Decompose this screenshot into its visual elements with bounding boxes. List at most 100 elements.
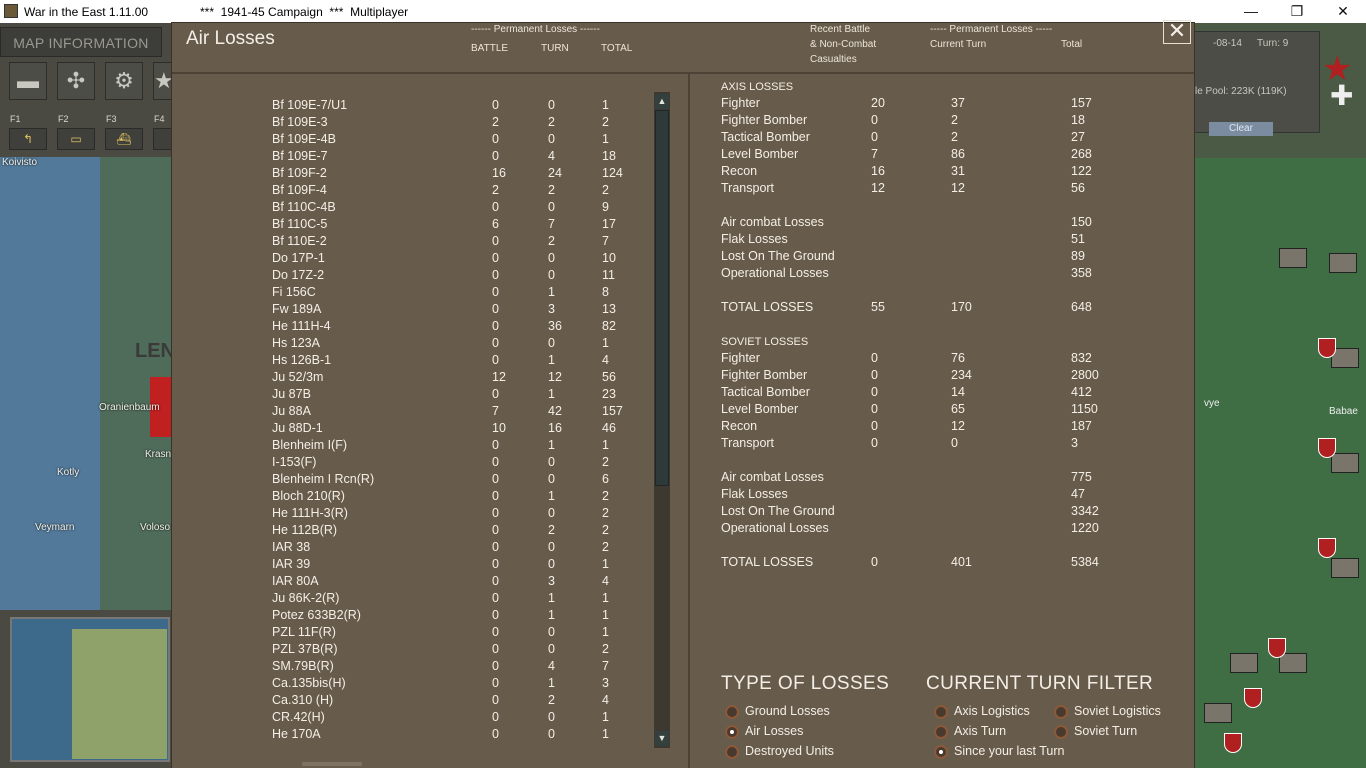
aircraft-row[interactable]: Hs 126B-1 0 1 4 bbox=[172, 353, 652, 370]
total-losses: 10 bbox=[602, 251, 616, 265]
restore-button[interactable]: ❐ bbox=[1274, 0, 1320, 23]
ship-icon[interactable] bbox=[153, 128, 172, 150]
aircraft-row[interactable]: IAR 39 0 0 1 bbox=[172, 557, 652, 574]
aircraft-losses-list[interactable]: Bf 109E-7/U1 0 0 1 Bf 109E-3 2 2 2 Bf 109E-4B 0 0 1… bbox=[172, 73, 689, 768]
map-view-right[interactable]: vye Babae bbox=[1194, 158, 1366, 768]
aircraft-row[interactable]: PZL 11F(R) 0 0 1 bbox=[172, 625, 652, 642]
aircraft-row[interactable]: Blenheim I(F) 0 1 1 bbox=[172, 438, 652, 455]
unit-move-icon[interactable]: ✣ bbox=[57, 62, 95, 100]
aircraft-row[interactable]: Bf 109F-2 16 24 124 bbox=[172, 166, 652, 183]
arrow-icon[interactable]: ↰ bbox=[9, 128, 47, 150]
ship-icon[interactable]: ⛴ bbox=[105, 128, 143, 150]
total-value: 2800 bbox=[1071, 368, 1099, 382]
battle-losses: 0 bbox=[492, 98, 499, 112]
scroll-up-icon[interactable]: ▲ bbox=[655, 94, 669, 109]
turn-filter-option[interactable]: Soviet Turn bbox=[1074, 724, 1137, 738]
aircraft-row[interactable]: Do 17P-1 0 0 10 bbox=[172, 251, 652, 268]
aircraft-row[interactable]: PZL 37B(R) 0 0 2 bbox=[172, 642, 652, 659]
train-icon[interactable]: ▭ bbox=[57, 128, 95, 150]
minimap[interactable] bbox=[10, 617, 170, 762]
aircraft-row[interactable]: Ju 88D-1 10 16 46 bbox=[172, 421, 652, 438]
scrollbar-thumb[interactable] bbox=[655, 110, 669, 486]
battle-losses: 0 bbox=[492, 336, 499, 350]
radio-button[interactable] bbox=[934, 745, 948, 759]
aircraft-row[interactable]: Fi 156C 0 1 8 bbox=[172, 285, 652, 302]
total-losses: 1 bbox=[602, 132, 609, 146]
aircraft-row[interactable]: Ca.135bis(H) 0 1 3 bbox=[172, 676, 652, 693]
aircraft-row[interactable]: Bf 109E-3 2 2 2 bbox=[172, 115, 652, 132]
radio-button[interactable] bbox=[1054, 705, 1068, 719]
unit-counter[interactable] bbox=[1230, 653, 1258, 673]
aircraft-row[interactable]: He 112B(R) 0 2 2 bbox=[172, 523, 652, 540]
map-view-left[interactable]: Koivisto LEN Oranienbaum Krasn Kotly Vey… bbox=[0, 157, 172, 610]
aircraft-row[interactable]: Bf 110C-4B 0 0 9 bbox=[172, 200, 652, 217]
gear-icon[interactable]: ⚙ bbox=[105, 62, 143, 100]
unit-counter[interactable] bbox=[1329, 253, 1357, 273]
turn-filter-option[interactable]: Axis Logistics bbox=[954, 704, 1030, 718]
radio-button[interactable] bbox=[934, 725, 948, 739]
turn-filter-option[interactable]: Axis Turn bbox=[954, 724, 1006, 738]
aircraft-row[interactable]: Blenheim I Rcn(R) 0 0 6 bbox=[172, 472, 652, 489]
turn-filter-option[interactable]: Soviet Logistics bbox=[1074, 704, 1161, 718]
aircraft-row[interactable]: Bf 109F-4 2 2 2 bbox=[172, 183, 652, 200]
loss-type-option[interactable]: Destroyed Units bbox=[745, 744, 834, 758]
radio-button[interactable] bbox=[934, 705, 948, 719]
loss-type-option[interactable]: Air Losses bbox=[745, 724, 803, 738]
aircraft-row[interactable]: IAR 80A 0 3 4 bbox=[172, 574, 652, 591]
vertical-scrollbar[interactable]: ▲ ▼ bbox=[654, 92, 670, 748]
aircraft-row[interactable]: Ca.310 (H) 0 2 4 bbox=[172, 693, 652, 710]
aircraft-row[interactable]: Ju 52/3m 12 12 56 bbox=[172, 370, 652, 387]
aircraft-row[interactable]: Ju 88A 7 42 157 bbox=[172, 404, 652, 421]
radio-button[interactable] bbox=[1054, 725, 1068, 739]
radio-button[interactable] bbox=[725, 705, 739, 719]
total-losses: 2 bbox=[602, 115, 609, 129]
aircraft-row[interactable]: IAR 38 0 0 2 bbox=[172, 540, 652, 557]
aircraft-row[interactable]: Hs 123A 0 0 1 bbox=[172, 336, 652, 353]
aircraft-row[interactable]: He 170A 0 0 1 bbox=[172, 727, 652, 744]
unit-counter[interactable] bbox=[1331, 453, 1359, 473]
total-losses-label: TOTAL LOSSES bbox=[721, 300, 814, 314]
scroll-down-icon[interactable]: ▼ bbox=[655, 731, 669, 746]
aircraft-row[interactable]: Do 17Z-2 0 0 11 bbox=[172, 268, 652, 285]
aircraft-row[interactable]: I-153(F) 0 0 2 bbox=[172, 455, 652, 472]
window-title-bar: War in the East 1.11.00 *** 1941-45 Camp… bbox=[0, 0, 1366, 23]
aircraft-row[interactable]: Potez 633B2(R) 0 1 1 bbox=[172, 608, 652, 625]
clear-button[interactable]: Clear bbox=[1209, 122, 1273, 136]
unit-counter[interactable] bbox=[1331, 558, 1359, 578]
aircraft-row[interactable]: Fw 189A 0 3 13 bbox=[172, 302, 652, 319]
turn-filter-option[interactable]: Since your last Turn bbox=[954, 744, 1064, 758]
unit-counter[interactable] bbox=[1204, 703, 1232, 723]
recent-losses-value: 0 bbox=[871, 130, 878, 144]
total-losses: 6 bbox=[602, 472, 609, 486]
window-close-button[interactable]: ✕ bbox=[1320, 0, 1366, 23]
loss-type-option[interactable]: Ground Losses bbox=[745, 704, 830, 718]
radio-button[interactable] bbox=[725, 725, 739, 739]
unit-counter[interactable] bbox=[1279, 248, 1307, 268]
aircraft-name: He 170A bbox=[272, 727, 321, 741]
turn-text: Turn: 9 bbox=[1257, 38, 1289, 49]
aircraft-row[interactable]: CR.42(H) 0 0 1 bbox=[172, 710, 652, 727]
aircraft-row[interactable]: Bloch 210(R) 0 1 2 bbox=[172, 489, 652, 506]
aircraft-row[interactable]: Bf 109E-4B 0 0 1 bbox=[172, 132, 652, 149]
aircraft-row[interactable]: SM.79B(R) 0 4 7 bbox=[172, 659, 652, 676]
map-information-button[interactable]: MAP INFORMATION bbox=[0, 27, 162, 57]
aircraft-row[interactable]: Bf 109E-7 0 4 18 bbox=[172, 149, 652, 166]
aircraft-row[interactable]: Bf 110C-5 6 7 17 bbox=[172, 217, 652, 234]
unit-counter[interactable] bbox=[1279, 653, 1307, 673]
recent-losses-value: 20 bbox=[871, 96, 885, 110]
battle-losses: 0 bbox=[492, 676, 499, 690]
horizontal-scroll-indicator[interactable] bbox=[302, 762, 362, 766]
aircraft-row[interactable]: Bf 109E-7/U1 0 0 1 bbox=[172, 98, 652, 115]
aircraft-row[interactable]: He 111H-3(R) 0 0 2 bbox=[172, 506, 652, 523]
aircraft-row[interactable]: Ju 86K-2(R) 0 1 1 bbox=[172, 591, 652, 608]
radio-button[interactable] bbox=[725, 745, 739, 759]
aircraft-row[interactable]: Ju 87B 0 1 23 bbox=[172, 387, 652, 404]
aircraft-type-label: Tactical Bomber bbox=[721, 385, 810, 399]
aircraft-row[interactable]: Bf 110E-2 0 2 7 bbox=[172, 234, 652, 251]
total-losses: 2 bbox=[602, 540, 609, 554]
dialog-close-button[interactable]: ✕ bbox=[1163, 20, 1191, 44]
tank-icon[interactable]: ▬ bbox=[9, 62, 47, 100]
star-icon[interactable]: ★ bbox=[153, 62, 174, 100]
minimize-button[interactable]: — bbox=[1228, 0, 1274, 23]
aircraft-row[interactable]: He 111H-4 0 36 82 bbox=[172, 319, 652, 336]
